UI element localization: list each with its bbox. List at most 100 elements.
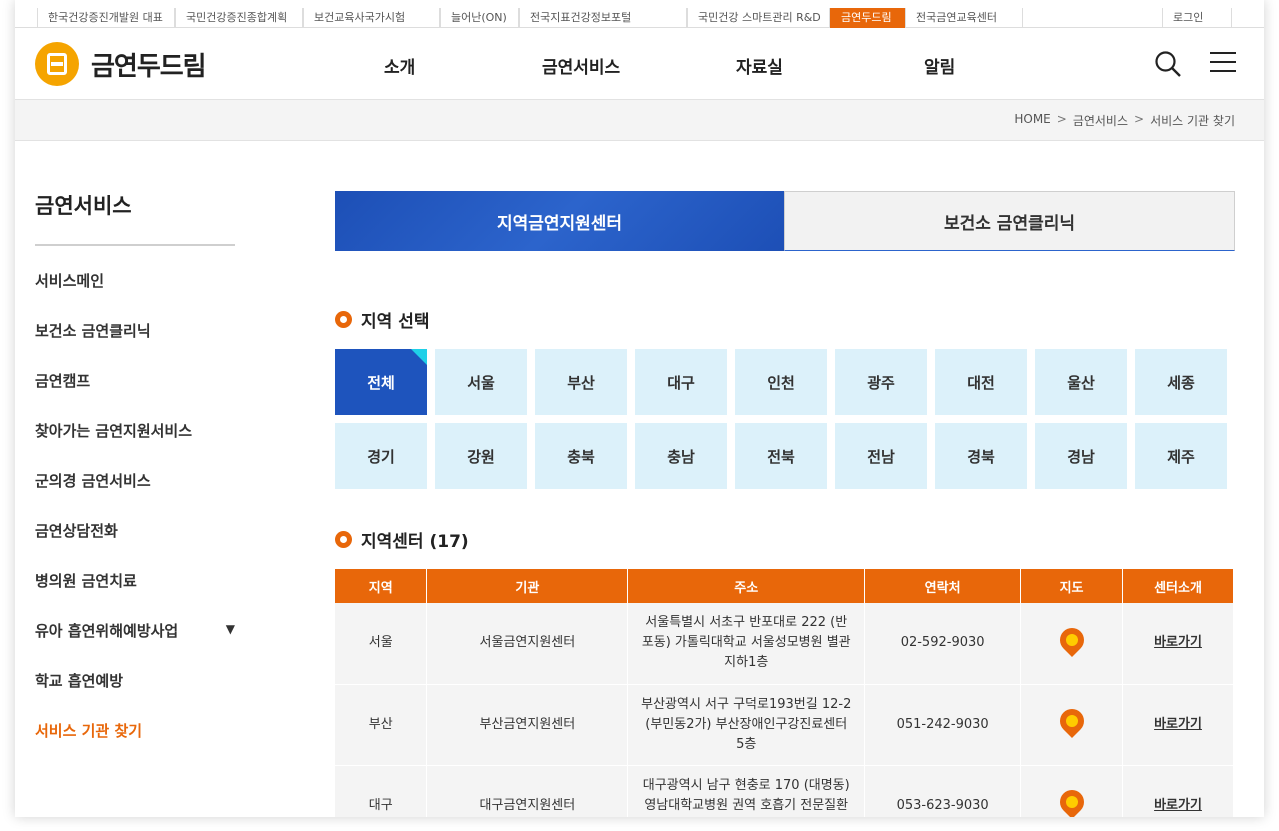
sidebar-item-service-main[interactable]: 서비스메인 <box>35 270 235 320</box>
utility-bar: 한국건강증진개발원 대표 국민건강증진종합계획 보건교육사국가시험 늘어난(ON… <box>15 0 1264 28</box>
cell-address: 서울특별시 서초구 반포대로 222 (반포동) 가톨릭대학교 서울성모병원 별… <box>627 603 866 685</box>
sidebar-title: 금연서비스 <box>35 190 235 246</box>
column-header: 연락처 <box>864 569 1022 603</box>
region-button[interactable]: 제주 <box>1135 423 1227 489</box>
cell-map <box>1020 684 1124 766</box>
cell-map <box>1020 765 1124 817</box>
util-link[interactable]: 보건교육사국가시험 <box>303 8 440 28</box>
map-pin-icon[interactable] <box>1054 704 1089 738</box>
region-button[interactable]: 울산 <box>1035 349 1127 415</box>
sidebar-item-camp[interactable]: 금연캠프 <box>35 370 235 420</box>
region-button[interactable]: 대구 <box>635 349 727 415</box>
sidebar-item-school[interactable]: 학교 흡연예방 <box>35 670 235 720</box>
breadcrumb: HOME > 금연서비스 > 서비스 기관 찾기 <box>1014 112 1235 129</box>
table-row: 대구 대구금연지원센터 대구광역시 남구 현충로 170 (대명동) 영남대학교… <box>335 765 1234 817</box>
search-icon[interactable] <box>1154 50 1182 78</box>
cell-region: 서울 <box>335 603 428 685</box>
region-button[interactable]: 부산 <box>535 349 627 415</box>
cell-region: 대구 <box>335 765 428 817</box>
section-title-text: 지역센터 (17) <box>361 532 469 552</box>
nav-item-notice[interactable]: 알림 <box>924 53 955 78</box>
cell-address: 부산광역시 서구 구덕로193번길 12-2 (부민동2가) 부산장애인구강진료… <box>627 684 866 766</box>
region-button[interactable]: 경북 <box>935 423 1027 489</box>
nav-item-services[interactable]: 금연서비스 <box>542 53 620 78</box>
column-header: 지역 <box>335 569 428 603</box>
sidebar-item-visiting[interactable]: 찾아가는 금연지원서비스 <box>35 420 235 470</box>
util-link[interactable]: 전국지표건강정보포털 <box>519 8 687 28</box>
triangle-down-icon: ▼ <box>225 622 235 636</box>
page-frame: 한국건강증진개발원 대표 국민건강증진종합계획 보건교육사국가시험 늘어난(ON… <box>15 0 1264 817</box>
section-title-text: 지역 선택 <box>361 312 430 332</box>
region-button[interactable]: 충남 <box>635 423 727 489</box>
region-button[interactable]: 경남 <box>1035 423 1127 489</box>
region-button[interactable]: 대전 <box>935 349 1027 415</box>
sidebar-item-military[interactable]: 군의경 금연서비스 <box>35 470 235 520</box>
table-header-row: 지역 기관 주소 연락처 지도 센터소개 <box>335 569 1234 603</box>
column-header: 지도 <box>1020 569 1124 603</box>
util-link[interactable]: 국민건강증진종합계획 <box>175 8 303 28</box>
util-link[interactable]: 늘어난(ON) <box>440 8 519 28</box>
tab-bar: 지역금연지원센터 보건소 금연클리닉 <box>335 191 1235 251</box>
region-button[interactable]: 경기 <box>335 423 427 489</box>
cell-region: 부산 <box>335 684 428 766</box>
column-header: 센터소개 <box>1122 569 1234 603</box>
center-intro-link[interactable]: 바로가기 <box>1154 798 1202 813</box>
map-pin-icon[interactable] <box>1054 785 1089 817</box>
cell-name: 서울금연지원센터 <box>426 603 629 685</box>
sidebar-item-label: 유아 흡연위해예방사업 <box>35 622 179 640</box>
region-button[interactable]: 서울 <box>435 349 527 415</box>
sidebar-item-clinic[interactable]: 보건소 금연클리닉 <box>35 320 235 370</box>
region-button[interactable]: 전북 <box>735 423 827 489</box>
breadcrumb-services[interactable]: 금연서비스 <box>1073 112 1128 129</box>
center-table: 지역 기관 주소 연락처 지도 센터소개 서울 서울금연지원센터 서울특별시 서… <box>335 569 1234 817</box>
util-link[interactable]: 한국건강증진개발원 대표 <box>37 8 175 28</box>
breadcrumb-home[interactable]: HOME <box>1014 112 1050 129</box>
region-button[interactable]: 전남 <box>835 423 927 489</box>
region-grid: 전체 서울 부산 대구 인천 광주 대전 울산 세종 경기 강원 충북 충남 전… <box>335 349 1235 489</box>
login-link[interactable]: 로그인 <box>1162 8 1232 28</box>
center-section-title: 지역센터 (17) <box>335 527 1235 552</box>
map-pin-icon[interactable] <box>1054 622 1089 657</box>
column-header: 기관 <box>426 569 629 603</box>
sidebar-item-find-agency[interactable]: 서비스 기관 찾기 <box>35 720 235 770</box>
cell-map <box>1020 603 1124 685</box>
bullet-icon <box>335 311 352 328</box>
region-button[interactable]: 인천 <box>735 349 827 415</box>
main-nav: 소개 금연서비스 자료실 알림 <box>15 28 1264 100</box>
region-section-title: 지역 선택 <box>335 307 1235 332</box>
nav-item-library[interactable]: 자료실 <box>736 53 783 78</box>
center-intro-link[interactable]: 바로가기 <box>1154 717 1202 732</box>
region-button[interactable]: 세종 <box>1135 349 1227 415</box>
util-link[interactable]: 전국금연교육센터 <box>905 8 1023 28</box>
site-header: 금연두드림 소개 금연서비스 자료실 알림 <box>15 28 1264 100</box>
cell-phone: 02-592-9030 <box>864 603 1022 685</box>
main-content: 지역금연지원센터 보건소 금연클리닉 지역 선택 전체 서울 부산 대구 인천 … <box>335 191 1235 817</box>
sidebar-item-phone[interactable]: 금연상담전화 <box>35 520 235 570</box>
region-button[interactable]: 광주 <box>835 349 927 415</box>
sidebar: 금연서비스 서비스메인 보건소 금연클리닉 금연캠프 찾아가는 금연지원서비스 … <box>35 190 235 770</box>
breadcrumb-current[interactable]: 서비스 기관 찾기 <box>1150 112 1235 129</box>
bullet-icon <box>335 531 352 548</box>
sidebar-item-hospital[interactable]: 병의원 금연치료 <box>35 570 235 620</box>
region-button[interactable]: 충북 <box>535 423 627 489</box>
util-link-active[interactable]: 금연두드림 <box>830 8 905 28</box>
util-link[interactable]: 국민건강 스마트관리 R&D <box>687 8 830 28</box>
cell-link: 바로가기 <box>1122 765 1234 817</box>
cell-link: 바로가기 <box>1122 684 1234 766</box>
table-row: 부산 부산금연지원센터 부산광역시 서구 구덕로193번길 12-2 (부민동2… <box>335 684 1234 766</box>
region-button[interactable]: 강원 <box>435 423 527 489</box>
cell-phone: 051-242-9030 <box>864 684 1022 766</box>
cell-name: 대구금연지원센터 <box>426 765 629 817</box>
table-row: 서울 서울금연지원센터 서울특별시 서초구 반포대로 222 (반포동) 가톨릭… <box>335 603 1234 685</box>
center-intro-link[interactable]: 바로가기 <box>1154 635 1202 650</box>
sidebar-list: 서비스메인 보건소 금연클리닉 금연캠프 찾아가는 금연지원서비스 군의경 금연… <box>35 270 235 770</box>
sidebar-item-infant[interactable]: 유아 흡연위해예방사업 ▼ <box>35 620 235 670</box>
cell-link: 바로가기 <box>1122 603 1234 685</box>
tab-regional-center[interactable]: 지역금연지원센터 <box>335 191 784 251</box>
region-button-all[interactable]: 전체 <box>335 349 427 415</box>
cell-phone: 053-623-9030 <box>864 765 1022 817</box>
nav-item-intro[interactable]: 소개 <box>384 53 415 78</box>
tab-health-clinic[interactable]: 보건소 금연클리닉 <box>784 191 1235 251</box>
menu-icon[interactable] <box>1210 52 1236 74</box>
cell-address: 대구광역시 남구 현충로 170 (대명동) 영남대학교병원 권역 호흡기 전문… <box>627 765 866 817</box>
